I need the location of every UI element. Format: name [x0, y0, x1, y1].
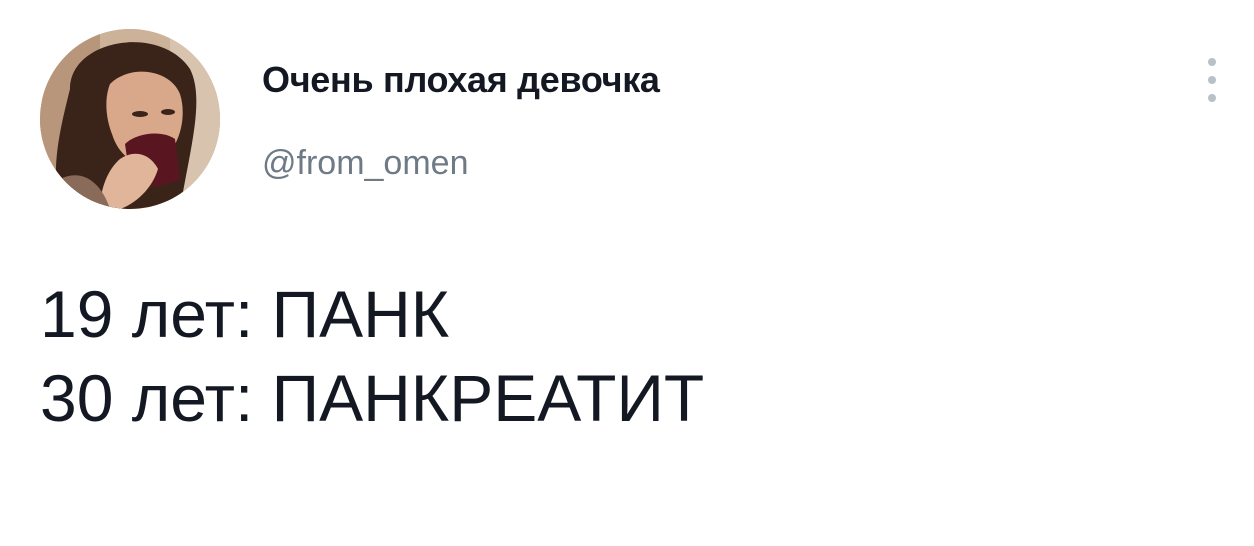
more-vertical-icon: [1208, 94, 1216, 102]
more-vertical-icon: [1208, 76, 1216, 84]
tweet-card: Очень плохая девочка @from_omen 19 лет: …: [0, 0, 1254, 546]
tweet-line: 30 лет: ПАНКРЕАТИТ: [40, 361, 705, 435]
more-vertical-icon: [1208, 58, 1216, 66]
more-options-button[interactable]: [1198, 56, 1226, 108]
avatar[interactable]: [40, 29, 220, 209]
tweet-line: 19 лет: ПАНК: [40, 277, 450, 351]
tweet-text: 19 лет: ПАНК 30 лет: ПАНКРЕАТИТ: [40, 272, 704, 440]
author-display-name[interactable]: Очень плохая девочка: [262, 58, 660, 102]
avatar-photo-icon: [40, 29, 220, 209]
author-handle[interactable]: @from_omen: [262, 142, 468, 184]
